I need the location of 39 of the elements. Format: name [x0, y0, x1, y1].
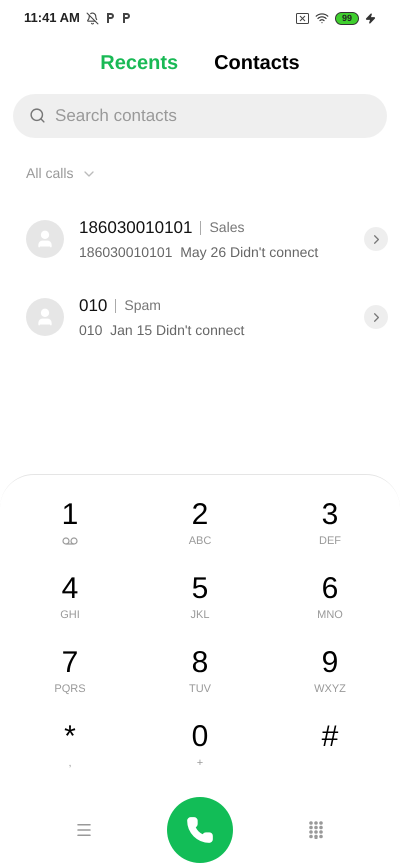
p-icon [120, 12, 131, 24]
call-tag: Spam [124, 295, 161, 316]
dial-key[interactable]: 6 MNO [265, 571, 395, 645]
wifi-icon [314, 11, 329, 25]
search-field[interactable]: Search contacts [13, 94, 387, 138]
call-row[interactable]: 186030010101 Sales 186030010101 May 26 Didn't connect [0, 200, 400, 278]
dial-key[interactable]: # [265, 719, 395, 793]
dial-key[interactable]: 4 GHI [5, 571, 135, 645]
dial-key[interactable]: * , [5, 719, 135, 793]
dial-key[interactable]: 5 JKL [135, 571, 265, 645]
dial-key[interactable]: 7 PQRS [5, 645, 135, 719]
call-number: 186030010101 [79, 216, 192, 239]
sim-icon [296, 12, 309, 24]
voicemail-icon [62, 537, 78, 545]
avatar-icon [26, 298, 64, 336]
dialpad-icon [308, 821, 324, 839]
avatar-icon [26, 220, 64, 258]
dial-key[interactable]: 2 ABC [135, 497, 265, 571]
details-button[interactable] [364, 305, 388, 329]
call-tag: Sales [209, 217, 244, 238]
dial-key[interactable]: 9 WXYZ [265, 645, 395, 719]
call-detail: 186030010101 May 26 Didn't connect [79, 243, 320, 262]
dial-key[interactable]: 1 [5, 497, 135, 571]
search-icon [29, 107, 46, 124]
battery-icon: 99 [334, 12, 359, 24]
call-row[interactable]: 010 Spam 010 Jan 15 Didn't connect [0, 278, 400, 356]
menu-icon [74, 821, 93, 839]
dial-key[interactable]: 0 + [135, 719, 265, 793]
dial-key[interactable]: 8 TUV [135, 645, 265, 719]
call-detail: 010 Jan 15 Didn't connect [79, 321, 246, 340]
p-icon [104, 12, 115, 24]
status-time: 11:41 AM [24, 9, 80, 28]
tab[interactable]: Contacts [214, 48, 300, 78]
bell-off-icon [86, 12, 99, 24]
phone-icon [186, 816, 214, 844]
dial-key[interactable]: 3 DEF [265, 497, 395, 571]
charging-icon [365, 12, 376, 24]
call-number: 010 [79, 294, 108, 317]
details-button[interactable] [364, 227, 388, 251]
